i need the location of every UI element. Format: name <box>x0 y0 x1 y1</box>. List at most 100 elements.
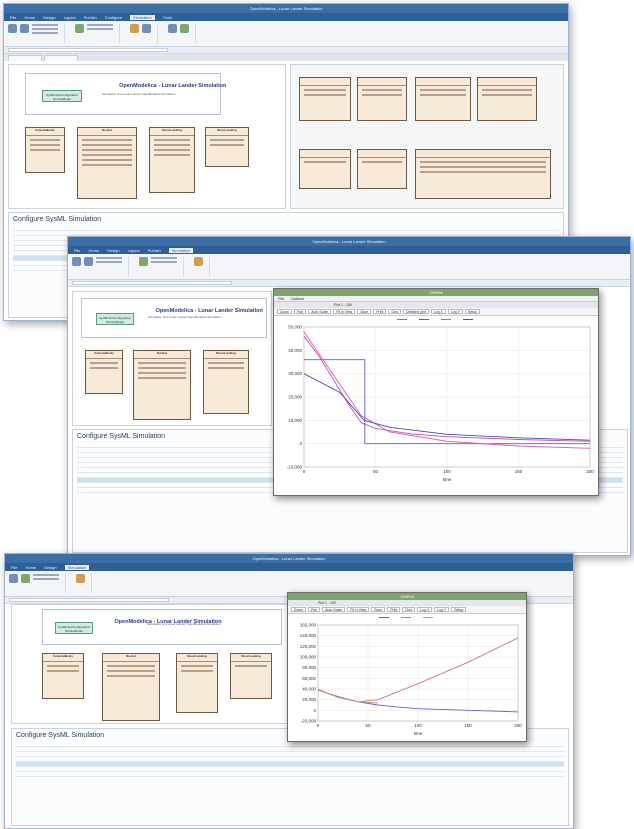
auto-scale-button[interactable]: Auto Scale <box>322 607 346 612</box>
sim-config-element[interactable]: SysMLSimConfiguration RocketModel <box>42 90 82 102</box>
breakpoint-icon[interactable] <box>194 257 203 266</box>
legend-item[interactable] <box>397 318 409 322</box>
zoom-button[interactable]: Zoom <box>291 607 306 612</box>
log-x-button[interactable]: Log X <box>417 607 433 612</box>
path-field[interactable] <box>8 48 168 52</box>
setup-button[interactable]: Setup <box>464 309 481 314</box>
log-x-button[interactable]: Log X <box>430 309 446 314</box>
menu-simulation[interactable]: Simulation <box>130 14 155 20</box>
diagram-canvas: OpenModelica - Lunar Lander Simulation S… <box>8 64 286 209</box>
block-celestial-body[interactable]: CelestialBody <box>25 127 65 173</box>
menu-publish[interactable]: Publish <box>148 248 161 253</box>
menu-file[interactable]: File <box>10 15 16 20</box>
menu-design[interactable]: Design <box>44 565 56 570</box>
tab-strip <box>4 54 568 61</box>
legend-item[interactable] <box>441 318 453 322</box>
detailed-grid-button[interactable]: Detailed grid <box>403 309 429 314</box>
save-button[interactable]: Save <box>357 309 372 314</box>
plot-menu-file[interactable]: File <box>278 296 284 301</box>
part-a[interactable] <box>299 77 351 121</box>
diagram-canvas: OpenModelica - Lunar Lander Simulation S… <box>11 604 291 724</box>
menu-tools[interactable]: Tools <box>163 15 172 20</box>
sim-config-element[interactable]: SysMLSimConfiguration RocketModel <box>96 313 134 325</box>
menu-home[interactable]: Home <box>25 565 36 570</box>
path-toolbar <box>68 280 630 287</box>
block-moon-landing-2[interactable]: MoonLanding <box>205 127 249 167</box>
pan-button[interactable]: Pan <box>293 309 307 314</box>
tab-start[interactable] <box>8 55 42 61</box>
menu-design[interactable]: Design <box>43 15 55 20</box>
menu-simulation[interactable]: Simulation <box>64 564 90 570</box>
menu-file[interactable]: File <box>11 565 17 570</box>
pan-button[interactable]: Pan <box>307 607 321 612</box>
legend-swatch <box>401 617 411 619</box>
block-moon-landing[interactable]: MoonLanding <box>149 127 195 193</box>
run-icon[interactable] <box>9 574 18 583</box>
legend-item[interactable] <box>419 318 431 322</box>
menu-home[interactable]: Home <box>88 248 99 253</box>
part-c[interactable] <box>415 77 471 121</box>
grid-button[interactable]: Grid <box>388 309 402 314</box>
log-y-button[interactable]: Log Y <box>447 309 463 314</box>
block-moon-landing[interactable]: MoonLanding <box>176 653 218 713</box>
part-g[interactable] <box>415 149 551 199</box>
legend-item[interactable] <box>463 318 475 322</box>
plot-menu-options[interactable]: Options <box>290 296 304 301</box>
fit-button[interactable]: Fit in View <box>347 607 370 612</box>
play-icon[interactable] <box>180 24 189 33</box>
legend-item[interactable] <box>423 616 435 620</box>
sim-config-element[interactable]: SysMLSimConfiguration RocketModel <box>55 622 93 634</box>
print-button[interactable]: Print <box>387 607 401 612</box>
settings-icon[interactable] <box>142 24 151 33</box>
ribbon <box>68 254 630 280</box>
menu-publish[interactable]: Publish <box>84 15 97 20</box>
breakpoint-icon[interactable] <box>130 24 139 33</box>
save-button[interactable]: Save <box>371 607 386 612</box>
run-icon[interactable] <box>72 257 81 266</box>
step-icon[interactable] <box>75 24 84 33</box>
plot-tab[interactable]: Plot 1 - 150 <box>318 600 336 606</box>
block-celestial-body[interactable]: CelestialBody <box>42 653 84 699</box>
part-b[interactable] <box>357 77 407 121</box>
step-icon[interactable] <box>21 574 30 583</box>
title-bar: OpenModelica - Lunar Lander Simulation <box>68 237 630 246</box>
part-f[interactable] <box>357 149 407 189</box>
app-window-2: OpenModelica - Lunar Lander Simulation F… <box>67 236 631 556</box>
plot-tab[interactable]: Plot 1 - 150 <box>334 302 352 308</box>
menu-layout[interactable]: Layout <box>128 248 140 253</box>
stop-icon[interactable] <box>20 24 29 33</box>
breakpoint-icon[interactable] <box>76 574 85 583</box>
block-moon-landing-2[interactable]: MoonLanding <box>230 653 272 699</box>
path-field[interactable] <box>72 281 232 285</box>
part-e[interactable] <box>299 149 351 189</box>
block-rocket[interactable]: Rocket <box>102 653 160 721</box>
stop-icon[interactable] <box>84 257 93 266</box>
legend-item[interactable] <box>379 616 391 620</box>
block-rocket[interactable]: Rocket <box>133 350 191 420</box>
menu-file[interactable]: File <box>74 248 80 253</box>
block-moon-landing[interactable]: MoonLanding <box>203 350 249 414</box>
print-button[interactable]: Print <box>373 309 387 314</box>
record-icon[interactable] <box>168 24 177 33</box>
path-field[interactable] <box>9 598 169 602</box>
y-tick-label: -10,000 <box>287 465 303 470</box>
zoom-button[interactable]: Zoom <box>277 309 292 314</box>
grid-button[interactable]: Grid <box>402 607 416 612</box>
tab-diagram[interactable] <box>44 55 78 61</box>
menu-simulation[interactable]: Simulation <box>168 247 194 253</box>
menu-design[interactable]: Design <box>107 248 119 253</box>
run-icon[interactable] <box>8 24 17 33</box>
title-bar: OpenModelica - Lunar Lander Simulation <box>4 4 568 13</box>
menu-layout[interactable]: Layout <box>64 15 76 20</box>
menu-configure[interactable]: Configure <box>105 15 122 20</box>
setup-button[interactable]: Setup <box>451 607 467 612</box>
legend-item[interactable] <box>401 616 413 620</box>
fit-button[interactable]: Fit in View <box>333 309 356 314</box>
auto-scale-button[interactable]: Auto Scale <box>308 309 332 314</box>
part-d[interactable] <box>477 77 537 121</box>
log-y-button[interactable]: Log Y <box>434 607 450 612</box>
block-celestial-body[interactable]: CelestialBody <box>85 350 123 394</box>
menu-home[interactable]: Home <box>24 15 35 20</box>
block-rocket[interactable]: Rocket <box>77 127 137 199</box>
step-icon[interactable] <box>139 257 148 266</box>
